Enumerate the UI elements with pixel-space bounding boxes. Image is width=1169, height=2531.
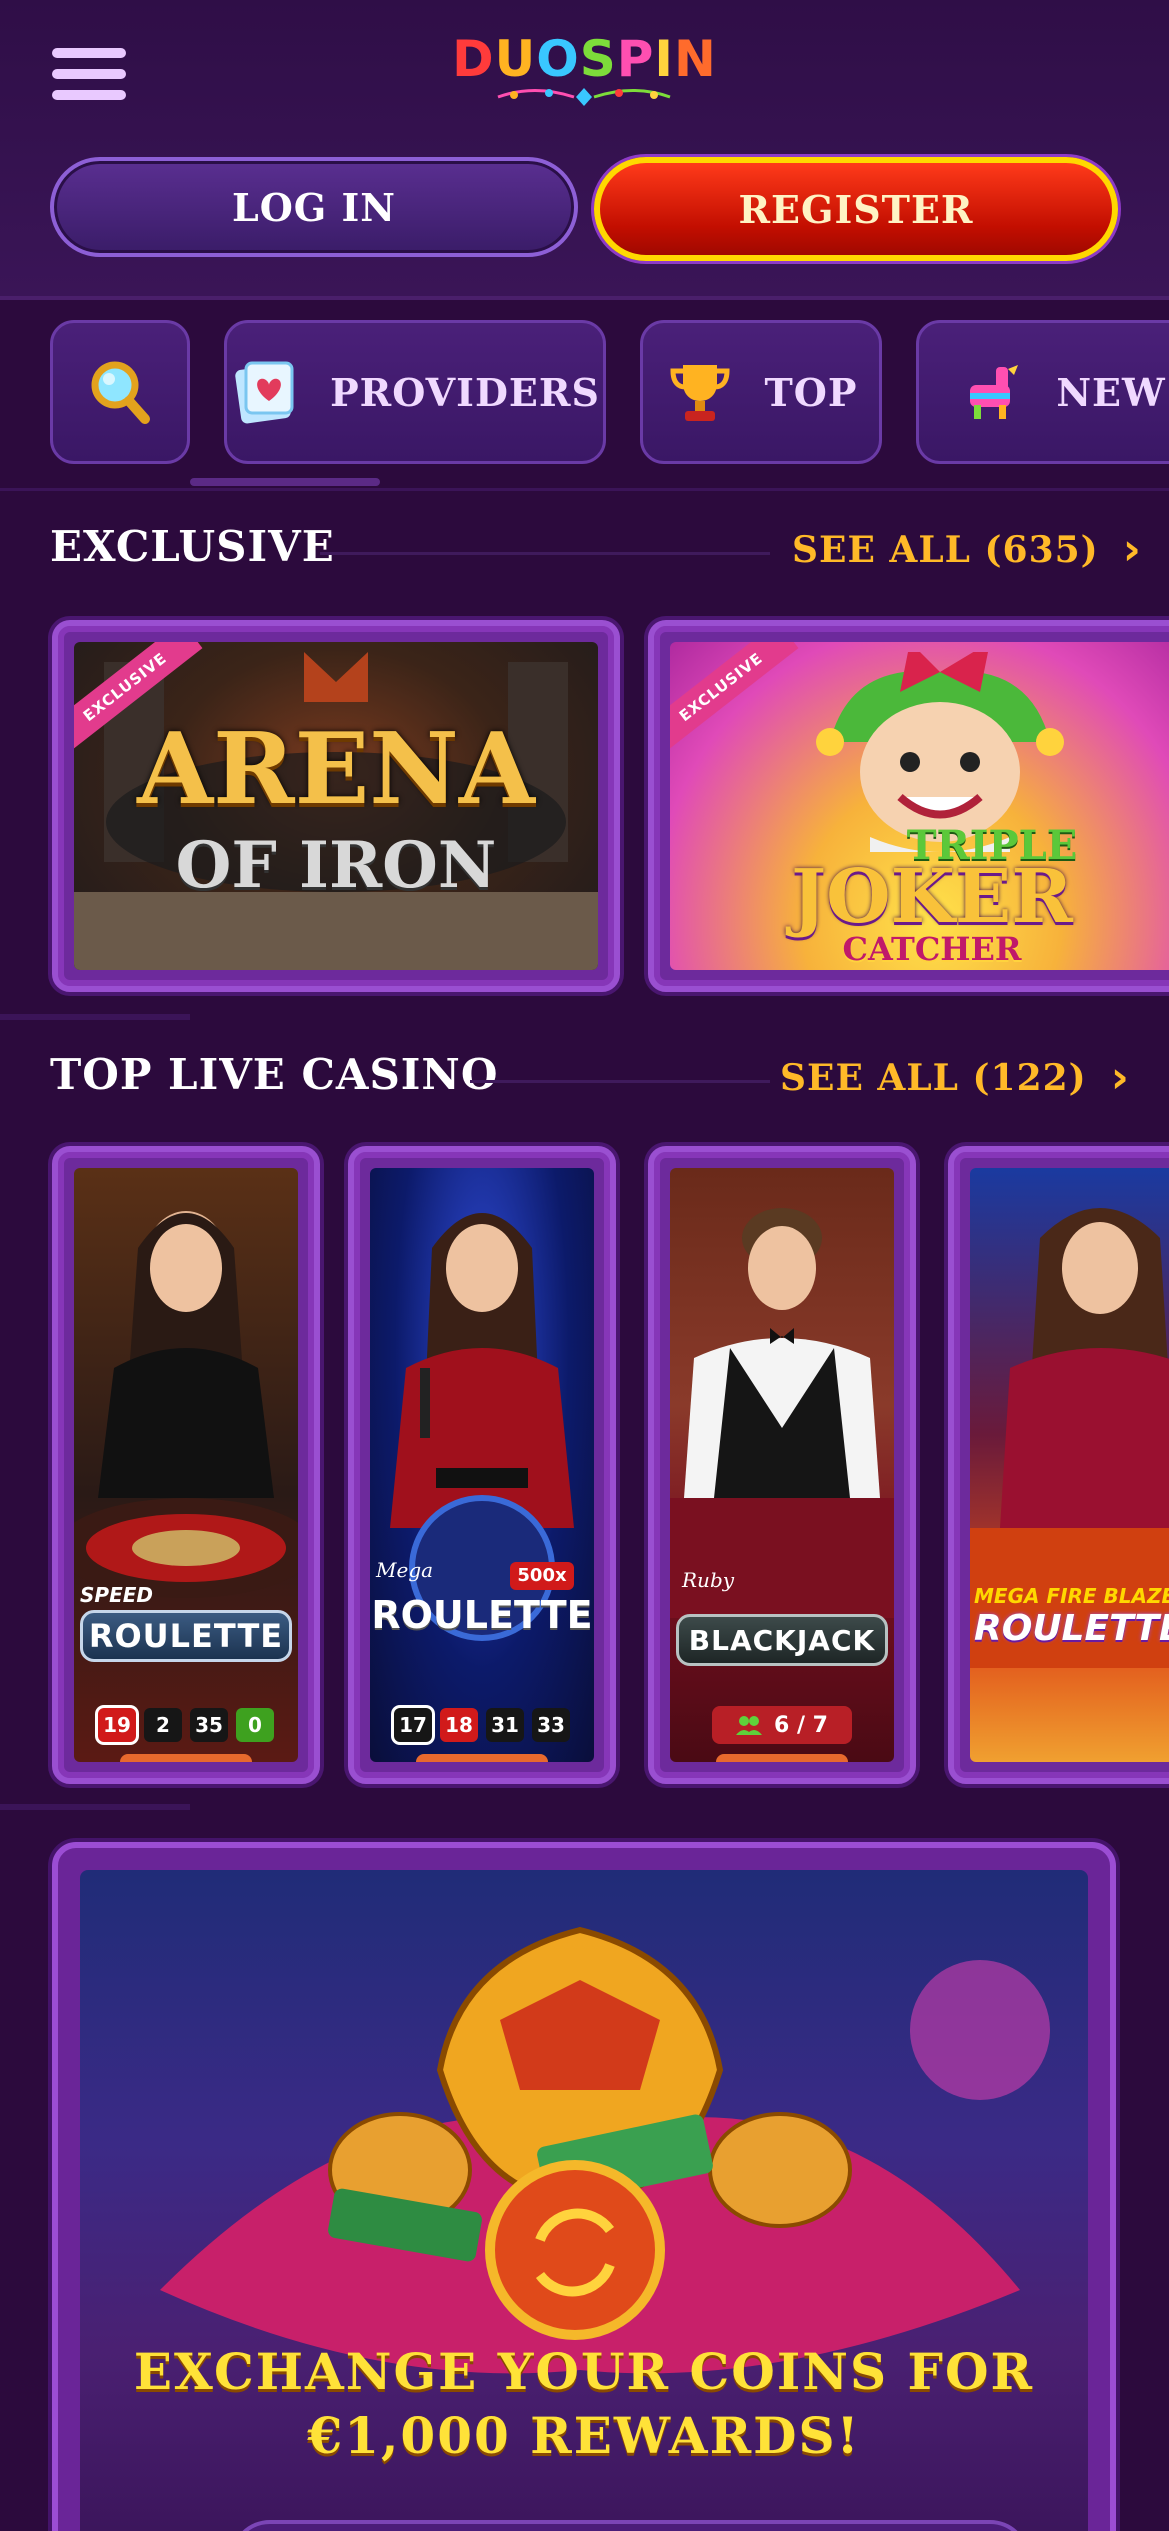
promo-headline-line2: €1,000 REWARDS! bbox=[307, 2406, 861, 2465]
nav-search[interactable] bbox=[50, 320, 190, 464]
exclusive-scroll-track bbox=[0, 1014, 190, 1020]
live-game-card-mega-roulette[interactable]: Mega 500x ROULETTE 17 18 31 33 Ft50 bbox=[348, 1146, 616, 1784]
roulette-label: ROULETTE bbox=[371, 1593, 593, 1637]
game-thumbnail: SPEED ROULETTE 19 2 35 0 Ft50 bbox=[74, 1168, 298, 1762]
live-game-card-speed-roulette[interactable]: SPEED ROULETTE 19 2 35 0 Ft50 bbox=[52, 1146, 320, 1784]
nav-providers-label: PROVIDERS bbox=[330, 369, 600, 415]
game-card-arena-of-iron[interactable]: ARENA OF IRON EXCLUSIVE bbox=[52, 620, 620, 992]
live-casino-section-title: TOP LIVE CASINO bbox=[50, 1050, 499, 1099]
result-number: 0 bbox=[236, 1708, 274, 1742]
result-number: 17 bbox=[394, 1708, 432, 1742]
nav-new-label: NEW bbox=[1056, 369, 1166, 415]
recent-results: 17 18 31 33 bbox=[370, 1708, 594, 1742]
game-thumbnail: ARENA OF IRON EXCLUSIVE bbox=[74, 642, 598, 970]
coin-exchange-promo[interactable]: EXCHANGE YOUR COINS FOR €1,000 REWARDS! bbox=[52, 1842, 1116, 2531]
magnifier-icon bbox=[91, 361, 150, 424]
players-icon bbox=[736, 1716, 763, 1735]
result-number: 19 bbox=[98, 1708, 136, 1742]
top-header: DUOSPIN LOG IN REGISTER bbox=[0, 0, 1169, 300]
register-button[interactable]: REGISTER bbox=[594, 157, 1118, 261]
chevron-right-icon: › bbox=[1110, 1052, 1130, 1103]
nav-top-label: TOP bbox=[764, 369, 858, 415]
section-divider bbox=[320, 552, 770, 555]
game-thumbnail: Mega 500x ROULETTE 17 18 31 33 Ft50 bbox=[370, 1168, 594, 1762]
logo-flourish-icon bbox=[497, 88, 671, 106]
login-button[interactable]: LOG IN bbox=[50, 157, 578, 257]
joker-title-line3: CATCHER bbox=[842, 930, 1022, 968]
roulette-label-text: ROULETTE bbox=[974, 1608, 1169, 1649]
multiplier-badge: 500x bbox=[510, 1562, 574, 1590]
blackjack-label: BLACKJACK bbox=[676, 1614, 888, 1666]
result-number: 33 bbox=[532, 1708, 570, 1742]
live-game-card-ruby-blackjack[interactable]: Ruby BLACKJACK 6 / 7 Ft25,000 bbox=[648, 1146, 916, 1784]
game-thumbnail: MEGA FIRE BLAZE ROULETTELI bbox=[970, 1168, 1169, 1762]
game-thumbnail: Ruby BLACKJACK 6 / 7 Ft25,000 bbox=[670, 1168, 894, 1762]
live-game-card-mega-fire-blaze-roulette[interactable]: MEGA FIRE BLAZE ROULETTELI bbox=[948, 1146, 1169, 1784]
promo-headline-line1: EXCHANGE YOUR COINS FOR bbox=[133, 2342, 1035, 2401]
roulette-label: ROULETTELI bbox=[974, 1608, 1169, 1649]
mega-fire-blaze-label: MEGA FIRE BLAZE bbox=[974, 1584, 1169, 1608]
min-bet-badge: Ft50 bbox=[416, 1754, 548, 1762]
chevron-right-icon: › bbox=[1122, 524, 1142, 575]
result-number: 2 bbox=[144, 1708, 182, 1742]
nav-scroll-track bbox=[0, 488, 1169, 491]
exclusive-ribbon: EXCLUSIVE bbox=[670, 642, 799, 753]
ruby-label: Ruby bbox=[682, 1568, 735, 1592]
nav-top[interactable]: TOP bbox=[640, 320, 882, 464]
providers-card-icon bbox=[235, 361, 294, 424]
duospin-logo[interactable]: DUOSPIN bbox=[0, 30, 1169, 88]
seats-badge: 6 / 7 bbox=[712, 1706, 852, 1744]
promo-artwork: EXCHANGE YOUR COINS FOR €1,000 REWARDS! bbox=[80, 1870, 1088, 2531]
game-card-triple-joker-catcher[interactable]: TRIPLE JOKER CATCHER EXCLUSIVE bbox=[648, 620, 1169, 992]
exclusive-see-all-link[interactable]: SEE ALL (635) › bbox=[792, 524, 1142, 575]
dealer-art bbox=[670, 1208, 894, 1618]
trophy-icon bbox=[670, 365, 730, 421]
exclusive-section-title: EXCLUSIVE bbox=[50, 522, 335, 571]
section-divider bbox=[470, 1080, 770, 1083]
result-number: 35 bbox=[190, 1708, 228, 1742]
game-thumbnail: TRIPLE JOKER CATCHER EXCLUSIVE bbox=[670, 642, 1169, 970]
min-bet-badge: Ft50 bbox=[120, 1754, 252, 1762]
arena-title-line1: ARENA bbox=[137, 712, 535, 827]
recent-results: 19 2 35 0 bbox=[74, 1708, 298, 1742]
arena-title-line2: OF IRON bbox=[175, 828, 497, 903]
roulette-label: ROULETTE bbox=[80, 1610, 292, 1662]
result-number: 18 bbox=[440, 1708, 478, 1742]
exclusive-see-all-label: SEE ALL (635) bbox=[792, 528, 1099, 571]
live-casino-see-all-label: SEE ALL (122) bbox=[780, 1056, 1087, 1099]
speed-label: SPEED bbox=[80, 1583, 153, 1607]
nav-scroll-indicator[interactable] bbox=[190, 478, 380, 486]
result-number: 31 bbox=[486, 1708, 524, 1742]
seats-count: 6 / 7 bbox=[774, 1712, 828, 1738]
joker-title-line2: JOKER bbox=[791, 854, 1073, 940]
live-scroll-track bbox=[0, 1804, 190, 1810]
nav-providers[interactable]: PROVIDERS bbox=[224, 320, 606, 464]
promo-headline: EXCHANGE YOUR COINS FOR €1,000 REWARDS! bbox=[80, 2340, 1088, 2468]
live-casino-see-all-link[interactable]: SEE ALL (122) › bbox=[780, 1052, 1130, 1103]
nav-new[interactable]: NEW bbox=[916, 320, 1169, 464]
promo-action-button[interactable] bbox=[230, 2520, 1030, 2531]
mega-label: Mega bbox=[376, 1558, 434, 1582]
pinata-icon bbox=[970, 365, 1019, 419]
min-bet-badge: Ft25,000 bbox=[716, 1754, 848, 1762]
